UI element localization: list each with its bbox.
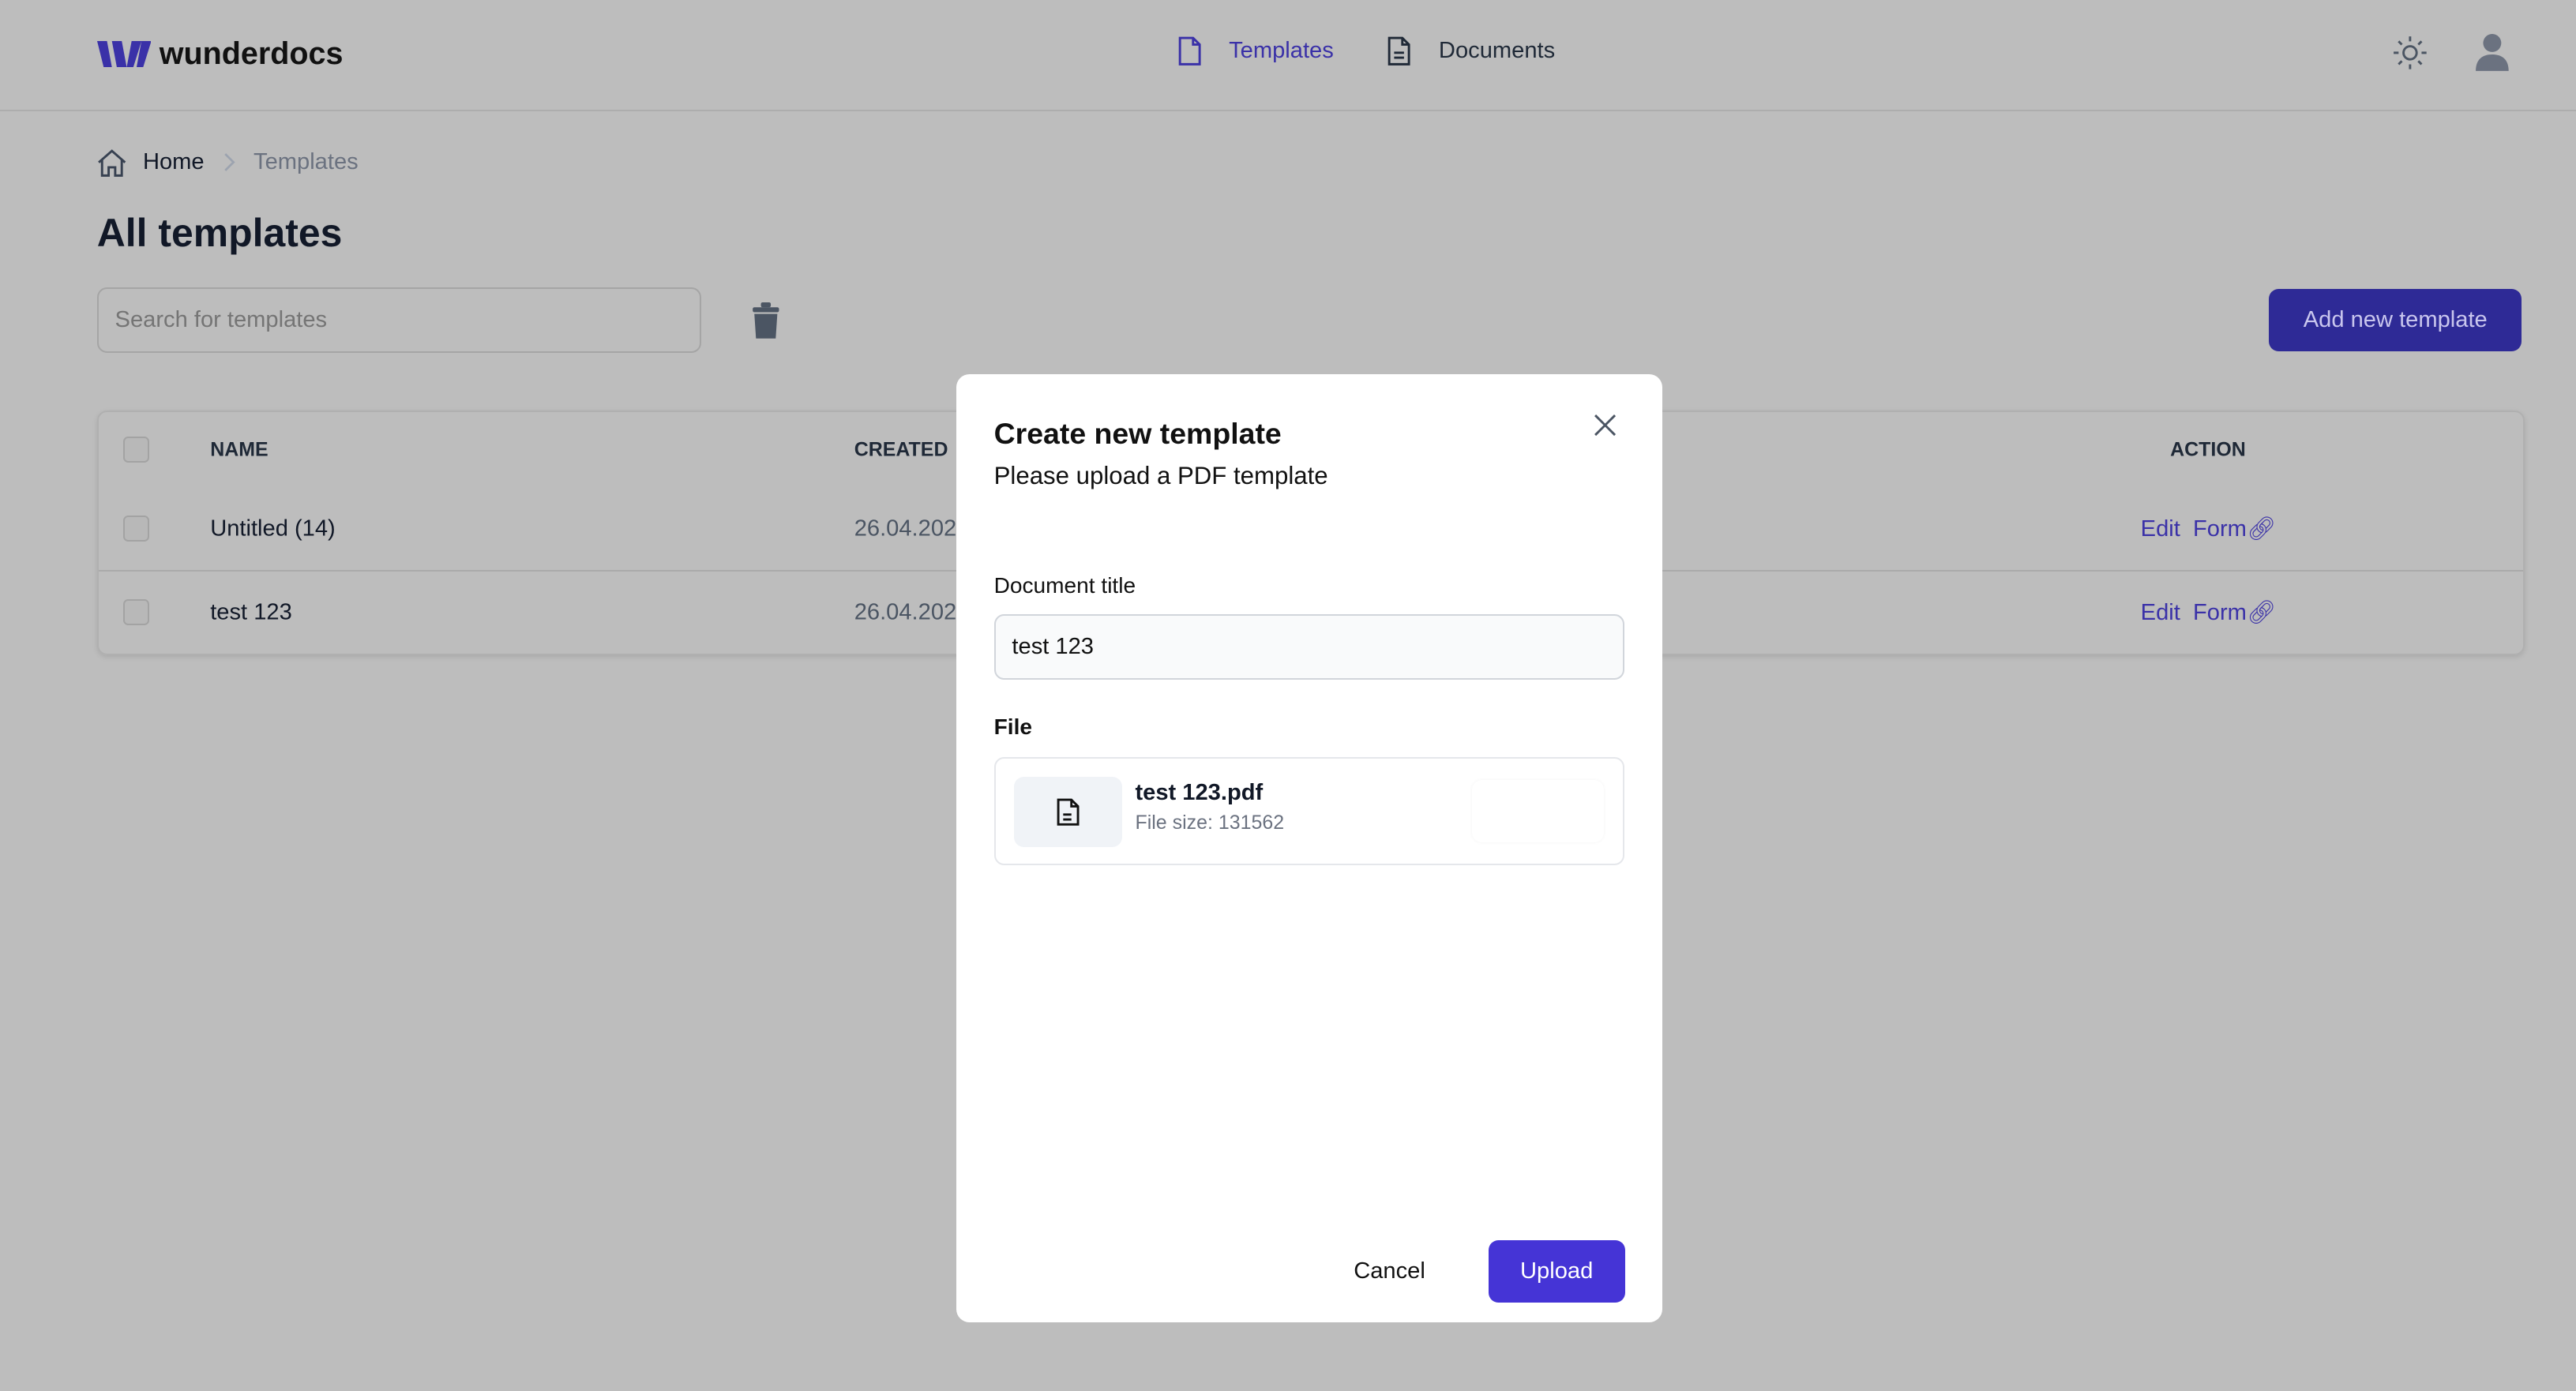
- nav-templates[interactable]: Templates: [1177, 36, 1334, 66]
- top-header: wunderdocs Templates Documents: [0, 0, 2576, 112]
- trash-icon[interactable]: [749, 302, 783, 339]
- link-icon: 🔗︎: [2246, 599, 2276, 625]
- logo-icon: [96, 40, 152, 67]
- home-icon[interactable]: [97, 148, 126, 178]
- document-title-label: Document title: [993, 573, 1136, 598]
- edit-link[interactable]: Edit: [2141, 600, 2180, 625]
- breadcrumb: Home Templates: [97, 148, 359, 178]
- page-title: All templates: [96, 211, 343, 256]
- search-input[interactable]: [96, 287, 702, 354]
- row-created: 26.04.202: [854, 599, 957, 625]
- document-title-input[interactable]: [993, 614, 1625, 681]
- file-icon: [1178, 36, 1201, 66]
- link-icon: 🔗︎: [2246, 516, 2276, 542]
- form-link[interactable]: Form: [2193, 516, 2247, 542]
- nav-label: Documents: [1438, 37, 1556, 63]
- close-icon[interactable]: [1594, 414, 1617, 437]
- sun-icon[interactable]: [2392, 35, 2428, 71]
- row-name: Untitled (14): [210, 516, 336, 542]
- upload-button[interactable]: Upload: [1488, 1239, 1625, 1303]
- file-thumbnail: [1013, 776, 1122, 848]
- file-item: test 123.pdf File size: 131562: [993, 757, 1625, 866]
- row-name: test 123: [210, 599, 292, 625]
- cancel-button[interactable]: Cancel: [1344, 1240, 1436, 1303]
- app-name: wunderdocs: [159, 36, 344, 71]
- header-action: ACTION: [2170, 438, 2246, 461]
- chevron-right-icon: [224, 153, 235, 172]
- breadcrumb-current: Templates: [253, 149, 359, 175]
- main-nav: Templates Documents: [1177, 36, 1555, 66]
- create-template-dialog: Create new template Please upload a PDF …: [956, 374, 1663, 1322]
- dialog-title: Create new template: [993, 417, 1282, 451]
- edit-link[interactable]: Edit: [2141, 516, 2180, 542]
- form-link[interactable]: Form: [2193, 600, 2247, 625]
- file-text-icon: [1388, 36, 1410, 66]
- nav-label: Templates: [1229, 37, 1334, 63]
- row-created: 26.04.202: [854, 516, 957, 542]
- breadcrumb-home[interactable]: Home: [143, 149, 205, 175]
- select-all-checkbox[interactable]: [122, 437, 150, 463]
- logo[interactable]: wunderdocs: [96, 36, 344, 72]
- dialog-subtitle: Please upload a PDF template: [993, 461, 1328, 489]
- header-created[interactable]: CREATED: [854, 438, 948, 461]
- row-checkbox[interactable]: [122, 599, 150, 626]
- file-text-icon: [1057, 798, 1080, 826]
- file-label: File: [993, 714, 1032, 739]
- row-checkbox[interactable]: [122, 516, 150, 542]
- file-name: test 123.pdf: [1135, 780, 1264, 806]
- header-name[interactable]: NAME: [210, 438, 268, 461]
- file-action-area[interactable]: [1472, 780, 1603, 842]
- add-new-template-button[interactable]: Add new template: [2269, 289, 2522, 352]
- user-icon[interactable]: [2474, 33, 2510, 73]
- file-size: File size: 131562: [1135, 811, 1285, 834]
- nav-documents[interactable]: Documents: [1386, 36, 1555, 66]
